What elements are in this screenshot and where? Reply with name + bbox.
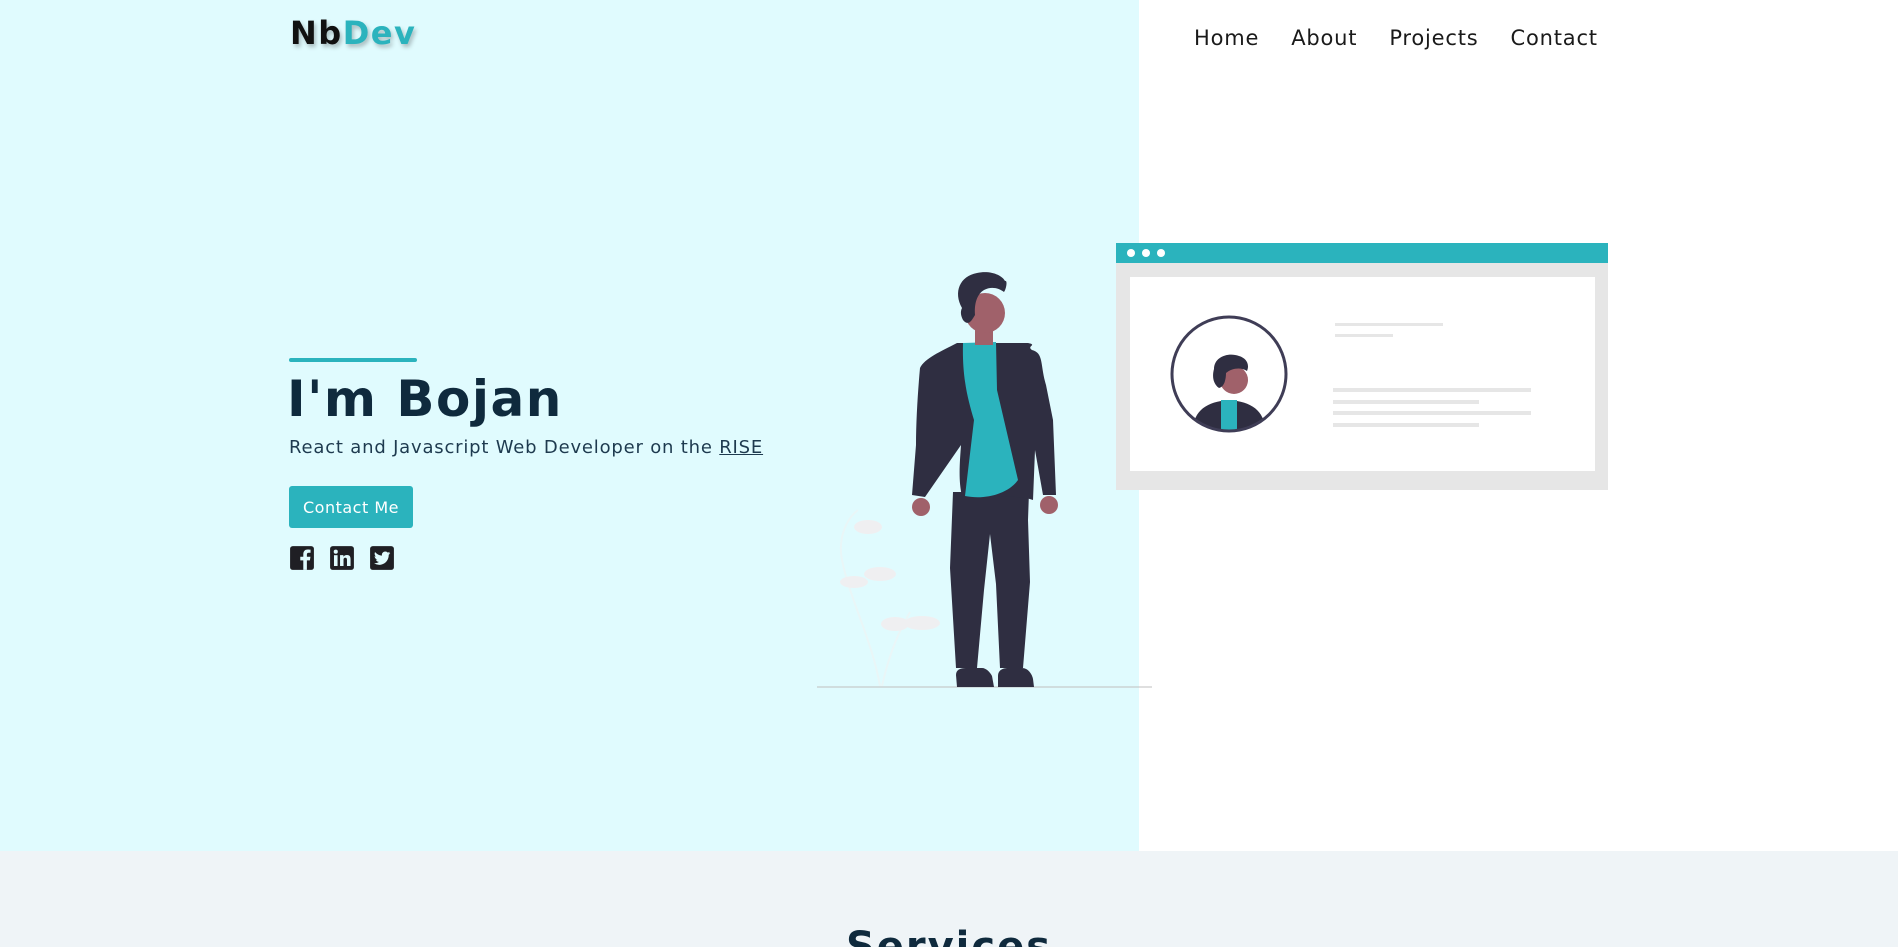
browser-mockup (1116, 243, 1608, 490)
profile-avatar (1170, 315, 1288, 433)
hero-illustration (817, 243, 1608, 688)
plant-decoration (839, 509, 940, 687)
services-title: Services (845, 924, 1053, 947)
